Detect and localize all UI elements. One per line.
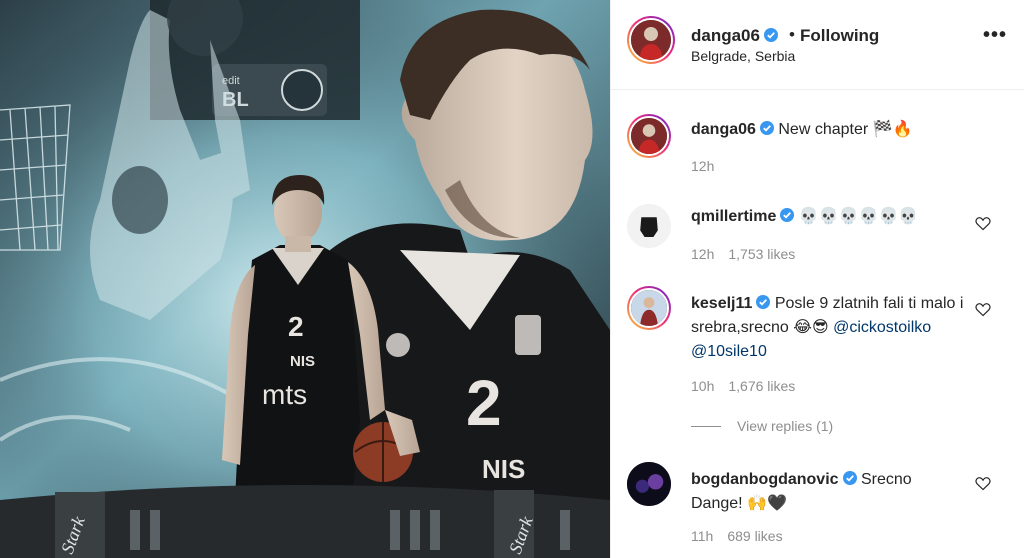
fist-avatar-icon <box>627 204 671 248</box>
author-username[interactable]: danga06 <box>691 26 760 45</box>
commenter-username[interactable]: keselj11 <box>691 295 752 312</box>
following-button[interactable]: Following <box>800 26 879 46</box>
verified-badge-icon <box>759 121 774 135</box>
verified-badge-icon <box>780 208 795 222</box>
view-replies-button[interactable]: View replies (1) <box>691 418 833 434</box>
like-heart-icon[interactable] <box>975 216 991 231</box>
avatar-image-icon <box>631 20 671 60</box>
comment-time[interactable]: 12h <box>691 246 714 262</box>
comment-time[interactable]: 11h <box>691 528 713 544</box>
like-heart-icon[interactable] <box>975 476 991 491</box>
verified-badge-icon <box>756 295 771 309</box>
commenter-username[interactable]: qmillertime <box>691 208 776 225</box>
small-jersey-number: 2 <box>288 311 304 342</box>
post-image[interactable]: edit BL 2 NIS 2 NIS mts Stark Stark <box>0 0 610 558</box>
avatar-image-icon <box>631 290 667 326</box>
location-link[interactable]: Belgrade, Serbia <box>691 48 795 64</box>
caption-text: New chapter 🏁🔥 <box>778 121 913 138</box>
caption-avatar[interactable] <box>627 114 671 158</box>
mention-link[interactable]: @10sile10 <box>691 343 767 360</box>
avatar-image-icon <box>631 118 667 154</box>
comment-text: 💀💀💀💀💀💀 <box>798 206 919 225</box>
caption-time[interactable]: 12h <box>691 158 714 174</box>
caption-username[interactable]: danga06 <box>691 121 756 138</box>
large-jersey-number: 2 <box>466 367 502 439</box>
comment-time[interactable]: 10h <box>691 378 714 394</box>
separator-dot: • <box>789 25 795 44</box>
commenter-username[interactable]: bogdanbogdanovic <box>691 471 839 488</box>
large-jersey-sponsor: NIS <box>482 454 525 484</box>
commenter-avatar[interactable] <box>627 286 671 330</box>
arena-illustration: Stark Stark <box>0 485 610 558</box>
more-options-icon[interactable]: ••• <box>983 25 1007 45</box>
like-heart-icon[interactable] <box>975 302 991 317</box>
post-artwork: edit BL 2 NIS 2 NIS mts Stark Stark <box>0 0 610 558</box>
small-jersey-nis: NIS <box>290 353 315 370</box>
mention-link[interactable]: @cickostoilko <box>833 319 931 336</box>
verified-badge-icon <box>763 28 778 42</box>
commenter-avatar[interactable] <box>627 204 671 248</box>
avatar-image-icon <box>627 462 671 506</box>
view-replies-label[interactable]: View replies (1) <box>737 418 833 434</box>
author-avatar[interactable] <box>627 16 675 64</box>
comment-likes[interactable]: 1,676 likes <box>728 378 795 394</box>
replies-divider <box>691 426 721 427</box>
comment-likes[interactable]: 1,753 likes <box>728 246 795 262</box>
instagram-post: edit BL 2 NIS 2 NIS mts Stark Stark dang… <box>0 0 1024 558</box>
author-username-row[interactable]: danga06 <box>691 26 778 46</box>
post-details-panel: danga06 • Following Belgrade, Serbia •••… <box>610 0 1024 558</box>
verified-badge-icon <box>842 471 857 485</box>
post-header: danga06 • Following Belgrade, Serbia ••• <box>611 0 1024 90</box>
comment-likes[interactable]: 689 likes <box>727 528 782 544</box>
commenter-avatar[interactable] <box>627 462 671 506</box>
small-jersey-sponsor: mts <box>262 379 307 410</box>
